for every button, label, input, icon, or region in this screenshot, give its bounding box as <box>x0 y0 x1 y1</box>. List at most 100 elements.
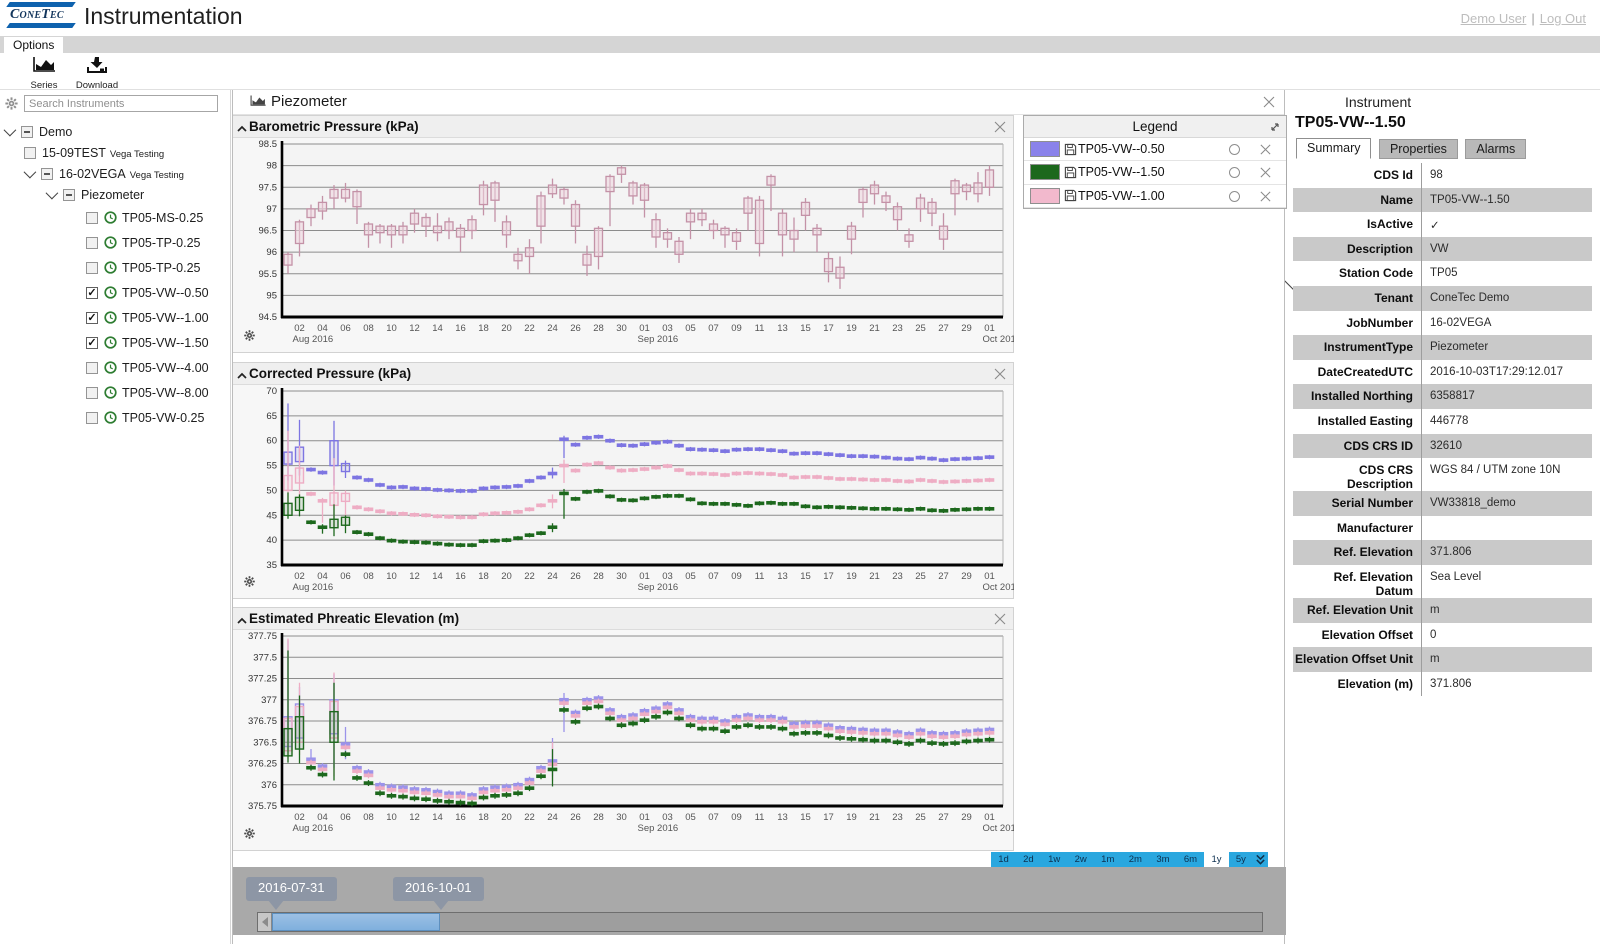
series-color-swatch[interactable] <box>1030 164 1060 180</box>
range-button-2m[interactable]: 2m <box>1122 852 1150 867</box>
tree-item-piezometer[interactable]: Piezometer <box>0 184 230 205</box>
selected-range-handle[interactable] <box>272 913 440 931</box>
range-button-1w[interactable]: 1w <box>1041 852 1068 867</box>
range-button-5y[interactable]: 5y <box>1229 852 1253 867</box>
page-title: Instrumentation <box>84 3 243 30</box>
search-settings-gear-icon[interactable] <box>4 96 19 116</box>
tree-checkbox[interactable] <box>63 189 75 201</box>
collapse-chevron-icon[interactable] <box>236 121 248 139</box>
tree-item-tp05-vw--4.00[interactable]: TP05-VW--4.00 <box>0 355 230 380</box>
tree-item-tp05-vw--1.50[interactable]: TP05-VW--1.50 <box>0 330 230 355</box>
tree-item-tp05-vw-0.25[interactable]: TP05-VW-0.25 <box>0 405 230 430</box>
svg-text:96.5: 96.5 <box>259 226 278 237</box>
user-link[interactable]: Demo User <box>1461 11 1527 26</box>
summary-row-label: CDS CRS Description <box>1293 458 1421 491</box>
tree-item-tp05-tp-0.25[interactable]: TP05-TP-0.25 <box>0 255 230 280</box>
chart-settings-gear-icon[interactable] <box>243 575 256 593</box>
download-button[interactable]: Download <box>70 56 124 91</box>
svg-text:94.5: 94.5 <box>259 312 278 323</box>
svg-text:04: 04 <box>317 323 328 334</box>
svg-text:60: 60 <box>266 436 277 447</box>
logout-link[interactable]: Log Out <box>1540 11 1586 26</box>
tree-item-tp05-vw--0.50[interactable]: TP05-VW--0.50 <box>0 280 230 305</box>
tree-item-demo[interactable]: Demo <box>0 121 230 142</box>
tree-checkbox[interactable] <box>86 212 98 224</box>
summary-row: Installed Northing6358817 <box>1293 384 1592 409</box>
search-row <box>0 90 230 116</box>
collapse-slider-icon[interactable] <box>1253 852 1268 867</box>
tree-item-tp05-ms-0.25[interactable]: TP05-MS-0.25 <box>0 205 230 230</box>
scroll-left-arrow[interactable] <box>258 913 272 931</box>
summary-row-label: Elevation (m) <box>1293 672 1421 697</box>
series-color-swatch[interactable] <box>1030 141 1060 157</box>
tree-item-tp05-vw--1.00[interactable]: TP05-VW--1.00 <box>0 305 230 330</box>
tree-checkbox[interactable] <box>86 362 98 374</box>
tab-properties[interactable]: Properties <box>1379 139 1458 159</box>
piezometer-chart-icon <box>249 94 267 113</box>
chart-settings-gear-icon[interactable] <box>243 827 256 845</box>
series-radio[interactable] <box>1229 167 1240 178</box>
save-series-icon[interactable] <box>1064 143 1077 156</box>
tree-item-tp05-vw--8.00[interactable]: TP05-VW--8.00 <box>0 380 230 405</box>
tree-checkbox[interactable] <box>86 337 98 349</box>
remove-series-icon[interactable] <box>1259 190 1272 208</box>
options-menu[interactable]: Options <box>4 37 63 54</box>
chart-settings-gear-icon[interactable] <box>243 329 256 347</box>
date-range-scrollbar[interactable] <box>257 912 1263 932</box>
close-panel-icon[interactable] <box>1262 95 1276 114</box>
svg-text:97.5: 97.5 <box>259 182 278 193</box>
series-color-swatch[interactable] <box>1030 188 1060 204</box>
range-button-2w[interactable]: 2w <box>1067 852 1094 867</box>
svg-text:377.5: 377.5 <box>253 652 277 663</box>
summary-row-value: WGS 84 / UTM zone 10N <box>1421 458 1592 491</box>
expander-down-icon[interactable] <box>24 166 37 179</box>
series-button[interactable]: Series <box>22 56 66 91</box>
tree-checkbox[interactable] <box>86 387 98 399</box>
chart-title: Estimated Phreatic Elevation (m) <box>249 611 459 626</box>
tree-checkbox[interactable] <box>41 168 53 180</box>
range-button-2d[interactable]: 2d <box>1016 852 1041 867</box>
tree-item-16-02vega[interactable]: 16-02VEGAVega Testing <box>0 163 230 184</box>
svg-text:14: 14 <box>432 812 443 823</box>
close-chart-icon[interactable] <box>993 367 1007 386</box>
tree-checkbox[interactable] <box>86 412 98 424</box>
close-chart-icon[interactable] <box>993 612 1007 631</box>
tab-alarms[interactable]: Alarms <box>1465 139 1526 159</box>
range-button-3m[interactable]: 3m <box>1149 852 1177 867</box>
tree-checkbox[interactable] <box>86 237 98 249</box>
remove-series-icon[interactable] <box>1259 166 1272 184</box>
tree-checkbox[interactable] <box>86 262 98 274</box>
collapse-chevron-icon[interactable] <box>236 613 248 631</box>
series-radio[interactable] <box>1229 191 1240 202</box>
search-input[interactable] <box>24 95 218 112</box>
tree-item-15-09test[interactable]: 15-09TESTVega Testing <box>0 142 230 163</box>
summary-row: Serial NumberVW33818_demo <box>1293 491 1592 516</box>
range-button-1m[interactable]: 1m <box>1094 852 1122 867</box>
save-series-icon[interactable] <box>1064 166 1077 179</box>
collapse-legend-icon[interactable] <box>1269 121 1281 136</box>
svg-text:98: 98 <box>266 161 277 172</box>
svg-text:97: 97 <box>266 204 277 215</box>
summary-row-value: 446778 <box>1421 409 1592 434</box>
tree-checkbox[interactable] <box>86 312 98 324</box>
range-button-1y[interactable]: 1y <box>1204 852 1228 867</box>
tree-checkbox[interactable] <box>86 287 98 299</box>
range-button-6m[interactable]: 6m <box>1177 852 1205 867</box>
save-series-icon[interactable] <box>1064 189 1077 202</box>
expander-down-icon[interactable] <box>46 187 59 200</box>
expander-down-icon[interactable] <box>4 124 17 137</box>
svg-text:Aug 2016: Aug 2016 <box>293 582 334 593</box>
collapse-chevron-icon[interactable] <box>236 368 248 386</box>
svg-text:02: 02 <box>294 812 305 823</box>
tree-checkbox[interactable] <box>24 147 36 159</box>
remove-series-icon[interactable] <box>1259 143 1272 161</box>
range-button-1d[interactable]: 1d <box>991 852 1016 867</box>
tree-checkbox[interactable] <box>21 126 33 138</box>
close-chart-icon[interactable] <box>993 120 1007 139</box>
tab-summary[interactable]: Summary <box>1296 138 1371 159</box>
instrument-gauge-icon <box>104 236 117 249</box>
instrument-gauge-icon <box>104 411 117 424</box>
svg-text:Sep 2016: Sep 2016 <box>638 582 679 593</box>
tree-item-tp05-tp-0.25[interactable]: TP05-TP-0.25 <box>0 230 230 255</box>
series-radio[interactable] <box>1229 144 1240 155</box>
